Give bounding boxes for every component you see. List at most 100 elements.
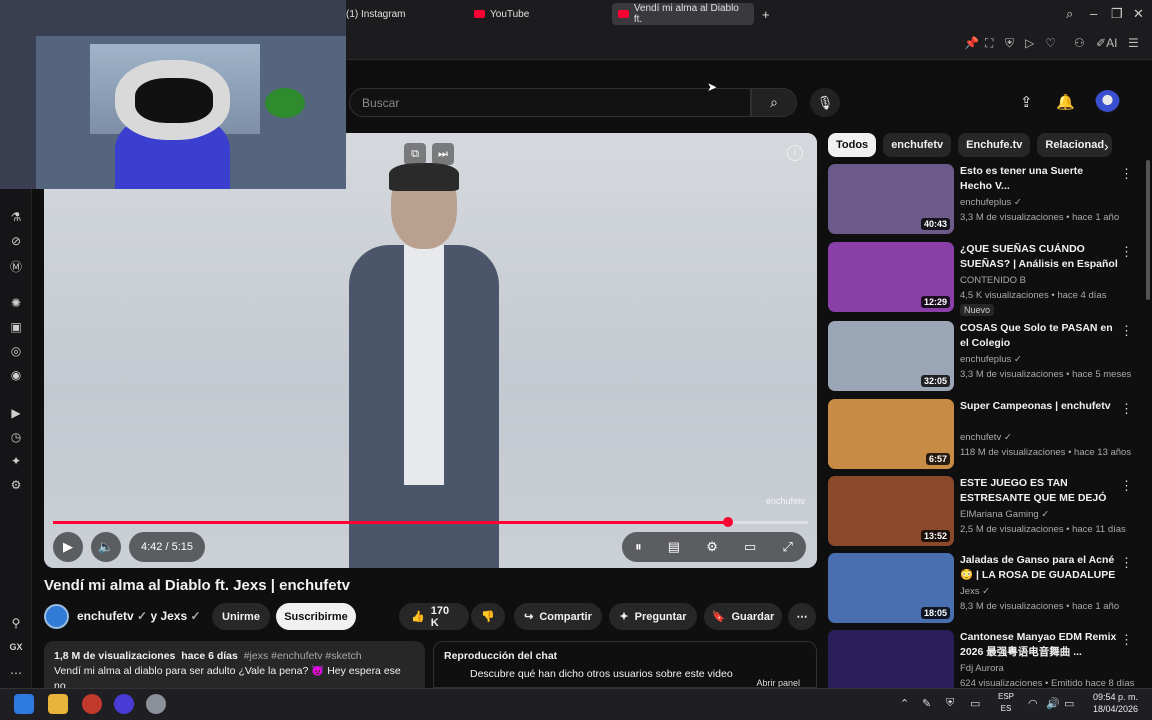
video-thumbnail[interactable]: 40:43 (828, 164, 954, 234)
like-button[interactable]: 👍 170 K (399, 603, 469, 630)
recommendation-title[interactable]: Jaladas de Ganso para el Acné 😳 | LA ROS… (960, 553, 1118, 583)
twitch-icon[interactable]: ▣ (9, 320, 23, 334)
recommendation-item[interactable]: 13:52 ESTE JUEGO ES TAN ESTRESANTE QUE ME… (828, 476, 1138, 548)
save-button[interactable]: 🔖 Guardar (704, 603, 782, 630)
share-button[interactable]: ↪ Compartir (514, 603, 602, 630)
more-options-icon[interactable]: ⋮ (1120, 478, 1133, 494)
collab-channel[interactable]: y Jexs (150, 609, 187, 623)
file-explorer-icon[interactable] (48, 694, 68, 714)
discord-icon[interactable]: ◉ (9, 368, 23, 382)
chevron-up-icon[interactable]: ⌃ (900, 697, 909, 710)
chatgpt-icon[interactable]: ✺ (9, 296, 23, 310)
video-thumbnail[interactable]: 6:57 (828, 399, 954, 469)
video-thumbnail[interactable]: 12:29 (828, 242, 954, 312)
snapshot-icon[interactable]: ⛶ (985, 36, 993, 51)
ai-button[interactable]: ✐AI (1096, 36, 1117, 50)
more-options-icon[interactable]: ⋮ (1120, 244, 1133, 260)
play-button[interactable]: ▶ (53, 532, 83, 562)
progress-bar[interactable] (53, 517, 808, 527)
menu-icon[interactable]: ☰ (1128, 36, 1139, 50)
profile-icon[interactable]: ⚇ (1074, 36, 1085, 50)
sidebar-icon[interactable]: ⚗ (9, 210, 23, 224)
subtitles-icon[interactable]: ▤ (668, 539, 680, 555)
recommendation-title[interactable]: ¿QUE SUEÑAS CUÁNDO SUEÑAS? | Análisis en… (960, 242, 1118, 272)
recommendation-item[interactable]: 40:43 Esto es tener una Suerte Hecho V...… (828, 164, 1138, 236)
chip-enchufetv[interactable]: enchufetv (883, 133, 952, 157)
wifi-icon[interactable]: ◠ (1028, 697, 1038, 710)
ask-button[interactable]: ✦ Preguntar (609, 603, 697, 630)
sidebar-icon[interactable]: ⊘ (9, 234, 23, 248)
recommendation-title[interactable]: Esto es tener una Suerte Hecho V... (960, 164, 1118, 194)
info-icon[interactable]: i (787, 145, 803, 161)
skip-icon[interactable]: ⏭ (432, 143, 454, 165)
chip-relacionados[interactable]: Relacionad (1037, 133, 1113, 157)
player-icon[interactable]: ▶ (9, 406, 23, 420)
tray-icon[interactable]: ⛨ (946, 697, 954, 710)
recommendation-item[interactable]: 6:57 Super Campeonas | enchufetv enchufetv… (828, 399, 1138, 471)
hashtags[interactable]: #jexs #enchufetv #sketch (244, 650, 362, 662)
more-options-icon[interactable]: ⋮ (1120, 401, 1133, 417)
scrollbar[interactable] (1146, 160, 1150, 300)
windows-start-icon[interactable] (14, 694, 34, 714)
progress-scrubber[interactable] (722, 517, 733, 527)
recommendation-channel[interactable]: enchufeplus ✓ (960, 354, 1022, 365)
subscribe-button[interactable]: Suscribirme (276, 603, 356, 630)
minimize-icon[interactable]: – (1090, 6, 1097, 21)
autoplay-toggle-icon[interactable]: ⏸ (635, 539, 642, 555)
tab-current-video[interactable]: Vendí mi alma al Diablo ft. (612, 3, 754, 25)
volume-icon[interactable]: 🔊 (1046, 697, 1060, 710)
miniplayer-icon[interactable]: ⧉ (404, 143, 426, 165)
recommendation-item[interactable]: 12:29 ¿QUE SUEÑAS CUÁNDO SUEÑAS? | Anális… (828, 242, 1138, 316)
recommendation-channel[interactable]: Fdj Aurora (960, 663, 1004, 674)
extensions-icon[interactable]: ✦ (9, 454, 23, 468)
more-options-icon[interactable]: ⋮ (1120, 632, 1133, 648)
recommendation-channel[interactable]: Jexs ✓ (960, 586, 990, 597)
history-icon[interactable]: ◷ (9, 430, 23, 444)
new-tab-button[interactable]: + (756, 3, 776, 25)
chip-todos[interactable]: Todos (828, 133, 877, 157)
recommendation-channel[interactable]: CONTENIDO B (960, 275, 1026, 286)
search-button[interactable]: ⌕ (751, 88, 797, 117)
heart-icon[interactable]: ♡ (1045, 36, 1056, 50)
more-options-icon[interactable]: ⋮ (1120, 555, 1133, 571)
recommendation-title[interactable]: Super Campeonas | enchufetv (960, 399, 1118, 414)
volume-button[interactable]: 🔈 (91, 532, 121, 562)
voice-search-button[interactable]: 🎙 (810, 88, 840, 117)
channel-name[interactable]: enchufetv (77, 609, 134, 623)
settings-icon[interactable]: ⚙ (9, 478, 23, 492)
channel-names[interactable]: enchufetv ✓ y Jexs ✓ (77, 609, 201, 623)
recommendation-channel[interactable]: enchufetv ✓ (960, 432, 1012, 443)
theater-icon[interactable]: ▭ (744, 539, 756, 555)
video-thumbnail[interactable]: 32:05 (828, 321, 954, 391)
dislike-button[interactable]: 👎 (471, 603, 505, 630)
more-options-icon[interactable]: ⋮ (1120, 323, 1133, 339)
close-icon[interactable]: ✕ (1133, 6, 1144, 22)
channel-watermark[interactable]: enchufetv (766, 496, 805, 506)
description-box[interactable]: 1,8 M de visualizaciones hace 6 días #je… (44, 641, 425, 688)
more-options-icon[interactable]: ⋮ (1120, 166, 1133, 182)
app-icon[interactable] (82, 694, 102, 714)
maximize-icon[interactable]: ❐ (1111, 6, 1123, 22)
bell-icon[interactable]: 🔔 (1056, 93, 1075, 111)
fullscreen-icon[interactable]: ⤢ (782, 539, 792, 555)
video-thumbnail[interactable]: 13:52 (828, 476, 954, 546)
channel-avatar[interactable] (44, 604, 69, 629)
tray-icon[interactable]: ✎ (922, 697, 931, 710)
shield-icon[interactable]: ⛨ (1005, 36, 1014, 51)
recommendation-title[interactable]: ESTE JUEGO ES TAN ESTRESANTE QUE ME DEJÓ… (960, 476, 1118, 508)
clock[interactable]: 09:54 p. m. 18/04/2026 (1093, 691, 1138, 715)
language-indicator[interactable]: ESP ES (998, 691, 1014, 715)
recommendation-item[interactable]: 18:05 Jaladas de Ganso para el Acné 😳 | L… (828, 553, 1138, 625)
search-tabs-icon[interactable]: ⌕ (1066, 6, 1073, 22)
pin-icon[interactable]: 📌 (964, 36, 979, 50)
more-icon[interactable]: ⋯ (9, 666, 23, 680)
sidebar-icon[interactable]: Ⓜ (9, 258, 23, 275)
recommendation-title[interactable]: Cantonese Manyao EDM Remix 2026 最强粤语电音舞曲… (960, 630, 1118, 660)
avatar[interactable] (1095, 90, 1120, 115)
recommendation-title[interactable]: COSAS Que Solo te PASAN en el Colegio (960, 321, 1118, 351)
video-player[interactable]: ⧉ ⏭ i enchufetv ▶ 🔈 4:42 / 5:15 ⏸ ▤ ⚙ ▭ … (44, 133, 817, 568)
search-input[interactable]: Buscar (349, 88, 751, 117)
settings-icon[interactable]: ⚙ (706, 539, 718, 555)
video-thumbnail[interactable]: 18:05 (828, 553, 954, 623)
play-icon[interactable]: ▷ (1025, 36, 1034, 50)
